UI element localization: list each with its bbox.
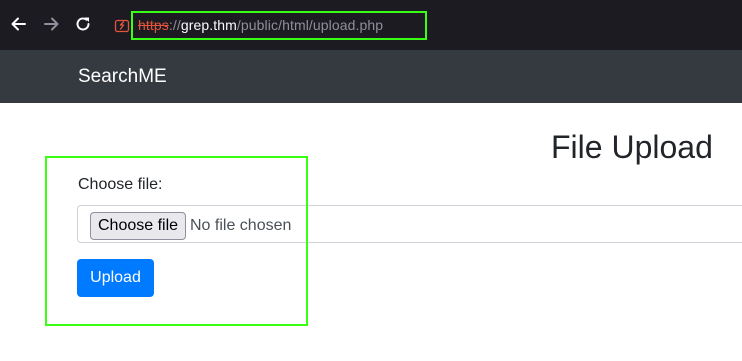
address-bar[interactable]: https://grep.thm/public/html/upload.php — [106, 9, 432, 41]
reload-icon[interactable] — [73, 14, 93, 34]
broken-lock-icon[interactable] — [114, 17, 130, 33]
url-path: /public/html/upload.php — [236, 17, 384, 33]
brand-link[interactable]: SearchME — [78, 50, 167, 103]
file-status-text: No file chosen — [190, 217, 292, 234]
browser-toolbar: https://grep.thm/public/html/upload.php — [0, 0, 742, 50]
page-title: File Upload — [551, 129, 713, 165]
url-host: grep.thm — [180, 17, 237, 33]
arrow-right-icon[interactable] — [41, 14, 61, 34]
file-input[interactable]: Choose file No file chosen — [77, 205, 742, 243]
url-separator: :// — [168, 17, 181, 33]
file-field-label: Choose file: — [78, 176, 163, 193]
url-scheme: https — [138, 17, 169, 33]
upload-button[interactable]: Upload — [77, 259, 154, 297]
choose-file-button[interactable]: Choose file — [90, 212, 187, 240]
site-navbar: SearchME — [0, 50, 742, 103]
arrow-left-icon[interactable] — [9, 14, 29, 34]
url-text[interactable]: https://grep.thm/public/html/upload.php — [138, 9, 383, 41]
